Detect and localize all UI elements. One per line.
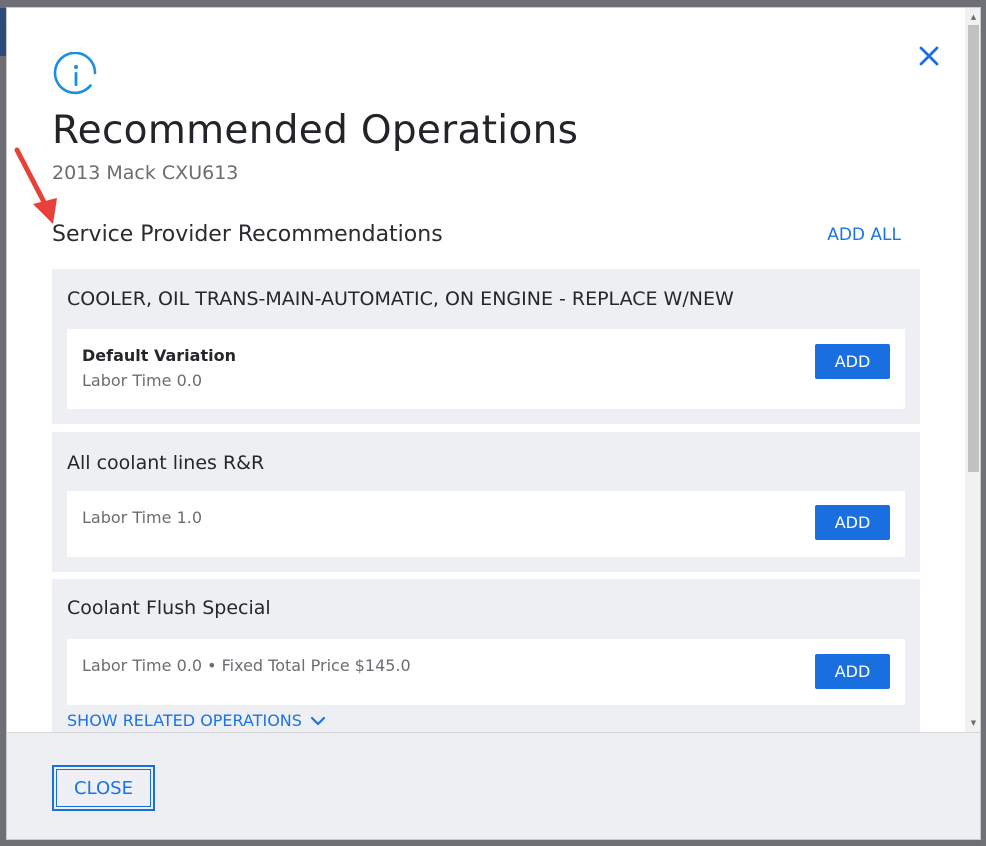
operation-variation: Labor Time 1.0 ADD: [67, 491, 905, 557]
operation-title: All coolant lines R&R: [67, 452, 265, 474]
recommended-operations-dialog: Recommended Operations 2013 Mack CXU613 …: [6, 7, 981, 840]
labor-time: Labor Time 0.0: [82, 371, 203, 390]
operation-card: All coolant lines R&R Labor Time 1.0 ADD: [52, 432, 920, 572]
operation-title: Coolant Flush Special: [67, 597, 271, 619]
vertical-scrollbar[interactable]: ▲ ▼: [965, 8, 980, 732]
vehicle-subtitle: 2013 Mack CXU613: [52, 162, 239, 184]
labor-time: Labor Time 1.0: [82, 508, 203, 527]
scroll-up-arrow-icon[interactable]: ▲: [965, 10, 980, 24]
add-button[interactable]: ADD: [815, 654, 890, 689]
dialog-scroll-area[interactable]: Recommended Operations 2013 Mack CXU613 …: [7, 8, 965, 732]
scroll-down-arrow-icon[interactable]: ▼: [965, 716, 980, 730]
add-button[interactable]: ADD: [815, 505, 890, 540]
operation-variation: Default Variation Labor Time 0.0 ADD: [67, 329, 905, 409]
background-right-edge: [981, 0, 986, 846]
close-x-icon[interactable]: [915, 42, 943, 70]
add-button[interactable]: ADD: [815, 344, 890, 379]
add-all-link[interactable]: ADD ALL: [827, 225, 901, 245]
section-title: Service Provider Recommendations: [52, 222, 443, 247]
show-related-operations-link[interactable]: SHOW RELATED OPERATIONS: [67, 711, 326, 730]
labor-time-and-price: Labor Time 0.0 • Fixed Total Price $145.…: [82, 656, 411, 675]
operation-variation: Labor Time 0.0 • Fixed Total Price $145.…: [67, 639, 905, 705]
show-related-label: SHOW RELATED OPERATIONS: [67, 711, 302, 730]
operation-title: COOLER, OIL TRANS-MAIN-AUTOMATIC, ON ENG…: [67, 288, 734, 310]
dialog-title: Recommended Operations: [52, 108, 579, 153]
scrollbar-thumb[interactable]: [968, 25, 979, 472]
close-button[interactable]: CLOSE: [52, 765, 155, 811]
operation-card: COOLER, OIL TRANS-MAIN-AUTOMATIC, ON ENG…: [52, 269, 920, 424]
operation-card: Coolant Flush Special Labor Time 0.0 • F…: [52, 579, 920, 732]
variation-name: Default Variation: [82, 346, 236, 365]
info-icon: [53, 52, 97, 95]
chevron-down-icon: [310, 716, 326, 725]
dialog-footer: CLOSE: [7, 732, 980, 839]
